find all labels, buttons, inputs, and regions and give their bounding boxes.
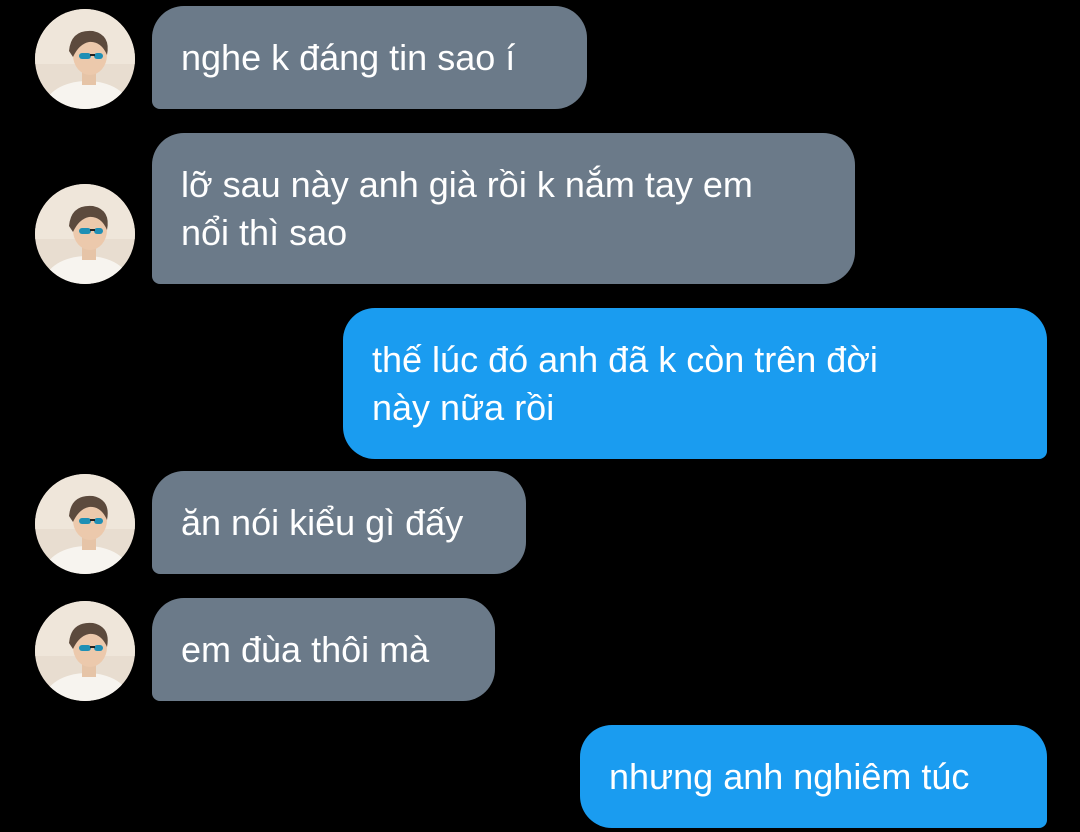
message-text: lỡ sau này anh già rồi k nắm tay em nổi … — [181, 163, 753, 253]
message-text: thế lúc đó anh đã k còn trên đời này nữa… — [372, 338, 878, 428]
avatar-photo-icon — [35, 184, 135, 284]
avatar-photo-icon — [35, 601, 135, 701]
outgoing-message-bubble[interactable]: nhưng anh nghiêm túc — [580, 725, 1047, 828]
avatar-photo-icon — [35, 9, 135, 109]
message-text: nhưng anh nghiêm túc — [609, 755, 970, 797]
avatar-photo-icon — [35, 474, 135, 574]
incoming-message-bubble[interactable]: lỡ sau này anh già rồi k nắm tay em nổi … — [152, 133, 855, 284]
chat-thread: nghe k đáng tin sao í lỡ sau này anh già… — [0, 0, 1080, 832]
message-text: ăn nói kiểu gì đấy — [181, 501, 464, 543]
contact-avatar[interactable] — [35, 184, 135, 284]
incoming-message-bubble[interactable]: ăn nói kiểu gì đấy — [152, 471, 526, 574]
contact-avatar[interactable] — [35, 9, 135, 109]
message-text: em đùa thôi mà — [181, 628, 430, 670]
incoming-message-bubble[interactable]: em đùa thôi mà — [152, 598, 495, 701]
incoming-message-bubble[interactable]: nghe k đáng tin sao í — [152, 6, 587, 109]
contact-avatar[interactable] — [35, 474, 135, 574]
contact-avatar[interactable] — [35, 601, 135, 701]
message-text: nghe k đáng tin sao í — [181, 36, 516, 78]
outgoing-message-bubble[interactable]: thế lúc đó anh đã k còn trên đời này nữa… — [343, 308, 1047, 459]
